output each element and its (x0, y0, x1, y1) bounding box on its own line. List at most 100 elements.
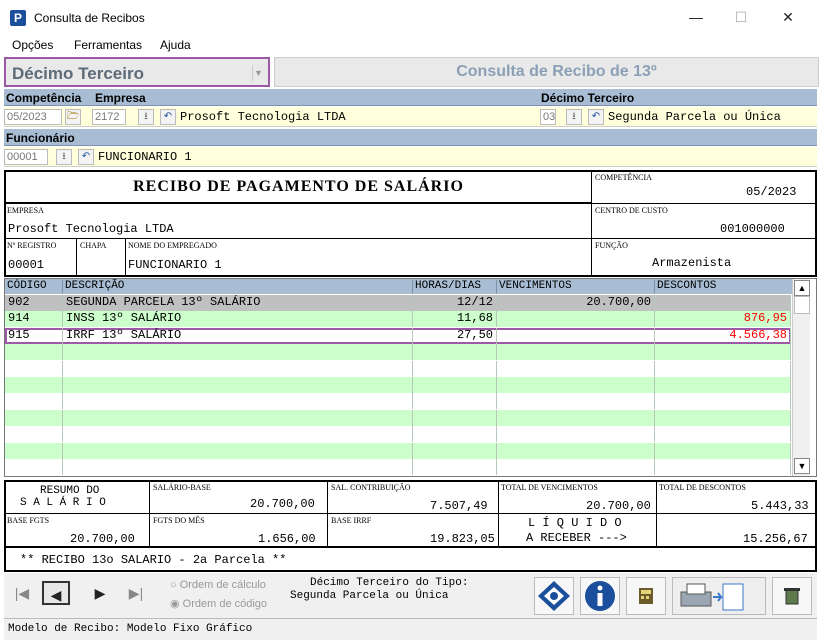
download-icon[interactable]: ⭳ (56, 149, 72, 165)
col-codigo[interactable]: CÓDIGO (7, 280, 63, 294)
cell-horas (413, 344, 497, 361)
first-record-icon[interactable]: |◀ (8, 581, 36, 605)
table-row[interactable]: 902 SEGUNDA PARCELA 13º SALÁRIO 12/12 20.70… (5, 295, 791, 311)
navigate-button[interactable] (534, 577, 574, 615)
table-row-empty[interactable] (5, 409, 791, 426)
radio-ordem-calculo-label: Ordem de cálculo (179, 579, 266, 591)
grid-scrollbar[interactable]: ▲ ▼ (792, 279, 810, 476)
header-panel: Consulta de Recibo de 13º (274, 57, 819, 87)
col-descontos[interactable]: DESCONTOS (657, 280, 791, 294)
cell-descricao: INSS 13º SALÁRIO (63, 311, 413, 328)
table-row-empty[interactable] (5, 459, 791, 475)
competencia-field[interactable]: 05/2023 (4, 109, 62, 125)
exit-button[interactable] (772, 577, 812, 615)
bottom-toolbar: |◀ ◀ ▶ ▶| ○ Ordem de cálculo ◉ Ordem de … (4, 573, 817, 618)
last-record-icon[interactable]: ▶| (122, 581, 150, 605)
radio-icon: ○ (170, 579, 180, 591)
receipt-empresa: Prosoft Tecnologia LTDA (8, 222, 174, 236)
radio-ordem-codigo[interactable]: ◉ Ordem de código (170, 597, 267, 610)
status-bar: Modelo de Recibo: Modelo Fixo Gráfico (4, 618, 817, 640)
cell-vencimentos: 20.700,00 (497, 295, 655, 311)
col-descricao[interactable]: DESCRIÇÃO (65, 280, 413, 294)
folder-icon[interactable]: 🗁 (65, 109, 81, 125)
undo-icon[interactable]: ↶ (588, 109, 604, 125)
cell-codigo (5, 409, 63, 426)
cell-codigo (5, 426, 63, 443)
chevron-down-icon[interactable]: ▼ (252, 65, 264, 81)
close-button[interactable]: ✕ (778, 8, 798, 26)
cell-descricao (63, 459, 413, 475)
receipt-competencia: 05/2023 (746, 185, 797, 199)
print-button[interactable] (672, 577, 766, 615)
receipt-type-select[interactable]: Décimo Terceiro ▼ (4, 57, 270, 87)
cell-descontos (655, 360, 791, 377)
cell-descontos (655, 295, 791, 311)
empresa-code-field[interactable]: 2172 (92, 109, 126, 125)
table-row-empty[interactable] (5, 360, 791, 377)
receipt-centro-label: CENTRO DE CUSTO (595, 206, 668, 215)
cell-vencimentos (497, 459, 655, 475)
menu-ajuda[interactable]: Ajuda (160, 38, 191, 52)
funcionario-label: Funcionário (6, 131, 75, 145)
sal-contrib-label: SAL. CONTRIBUIÇÃO (331, 483, 411, 492)
decimo-label: Décimo Terceiro (541, 91, 635, 105)
cell-descontos (655, 459, 791, 475)
info-button[interactable] (580, 577, 620, 615)
table-row-empty[interactable] (5, 442, 791, 459)
fgts-mes: 1.656,00 (258, 532, 316, 546)
funcionario-row: 00001 ⭳ ↶ FUNCIONARIO 1 (4, 147, 817, 167)
col-vencimentos[interactable]: VENCIMENTOS (499, 280, 655, 294)
next-record-icon[interactable]: ▶ (86, 581, 114, 605)
col-horas[interactable]: HORAS/DIAS (415, 280, 497, 294)
download-icon[interactable]: ⭳ (566, 109, 582, 125)
info-icon (585, 581, 615, 611)
grid-body: 902 SEGUNDA PARCELA 13º SALÁRIO 12/12 20.70… (5, 295, 791, 476)
cell-vencimentos (497, 311, 655, 328)
scroll-thumb[interactable] (794, 296, 810, 314)
cell-codigo (5, 393, 63, 410)
decimo-code-field[interactable]: 03 (540, 109, 556, 125)
cell-vencimentos (497, 409, 655, 426)
radio-ordem-calculo[interactable]: ○ Ordem de cálculo (170, 579, 266, 591)
receipt-registro: 00001 (8, 258, 45, 272)
competencia-label: Competência (6, 91, 82, 105)
table-row-empty[interactable] (5, 393, 791, 410)
cell-descricao (63, 360, 413, 377)
cell-descontos (655, 344, 791, 361)
table-row[interactable]: 915 IRRF 13º SALÁRIO 27,50 4.566,38 (5, 327, 791, 344)
maximize-button[interactable]: ☐ (731, 8, 751, 26)
scroll-up-icon[interactable]: ▲ (794, 280, 810, 296)
fgts-mes-label: FGTS DO MÊS (153, 516, 205, 525)
prev-record-icon[interactable]: ◀ (42, 581, 70, 605)
calculator-button[interactable] (626, 577, 666, 615)
status-text: Modelo de Recibo: Modelo Fixo Gráfico (8, 623, 253, 635)
cell-descricao (63, 409, 413, 426)
cell-descricao (63, 344, 413, 361)
cell-horas (413, 459, 497, 475)
funcionario-label-bar: Funcionário (4, 129, 817, 146)
cell-descontos: 4.566,38 (655, 327, 791, 344)
table-row[interactable]: 914 INSS 13º SALÁRIO 11,68 876,95 (5, 311, 791, 328)
undo-icon[interactable]: ↶ (78, 149, 94, 165)
cell-codigo (5, 344, 63, 361)
funcionario-code-field[interactable]: 00001 (4, 149, 48, 165)
cell-vencimentos (497, 327, 655, 344)
menu-opcoes[interactable]: Opções (12, 38, 53, 52)
table-row-empty[interactable] (5, 426, 791, 443)
minimize-button[interactable]: — (686, 8, 706, 26)
cell-horas (413, 393, 497, 410)
download-icon[interactable]: ⭳ (138, 109, 154, 125)
menu-ferramentas[interactable]: Ferramentas (74, 38, 142, 52)
cell-codigo: 915 (5, 327, 63, 344)
grid-header: CÓDIGO DESCRIÇÃO HORAS/DIAS VENCIMENTOS … (5, 279, 797, 294)
cell-descontos (655, 409, 791, 426)
table-row-empty[interactable] (5, 377, 791, 393)
radio-checked-icon: ◉ (170, 598, 183, 610)
liquido-line1: L Í Q U I D O (528, 516, 622, 530)
tipo-line2: Segunda Parcela ou Única (290, 590, 449, 602)
table-row-empty[interactable] (5, 344, 791, 361)
filter-fields-row: 05/2023 🗁 2172 ⭳ ↶ Prosoft Tecnologia LT… (4, 107, 817, 127)
radio-ordem-codigo-label: Ordem de código (182, 598, 268, 610)
undo-icon[interactable]: ↶ (160, 109, 176, 125)
scroll-down-icon[interactable]: ▼ (794, 458, 810, 474)
